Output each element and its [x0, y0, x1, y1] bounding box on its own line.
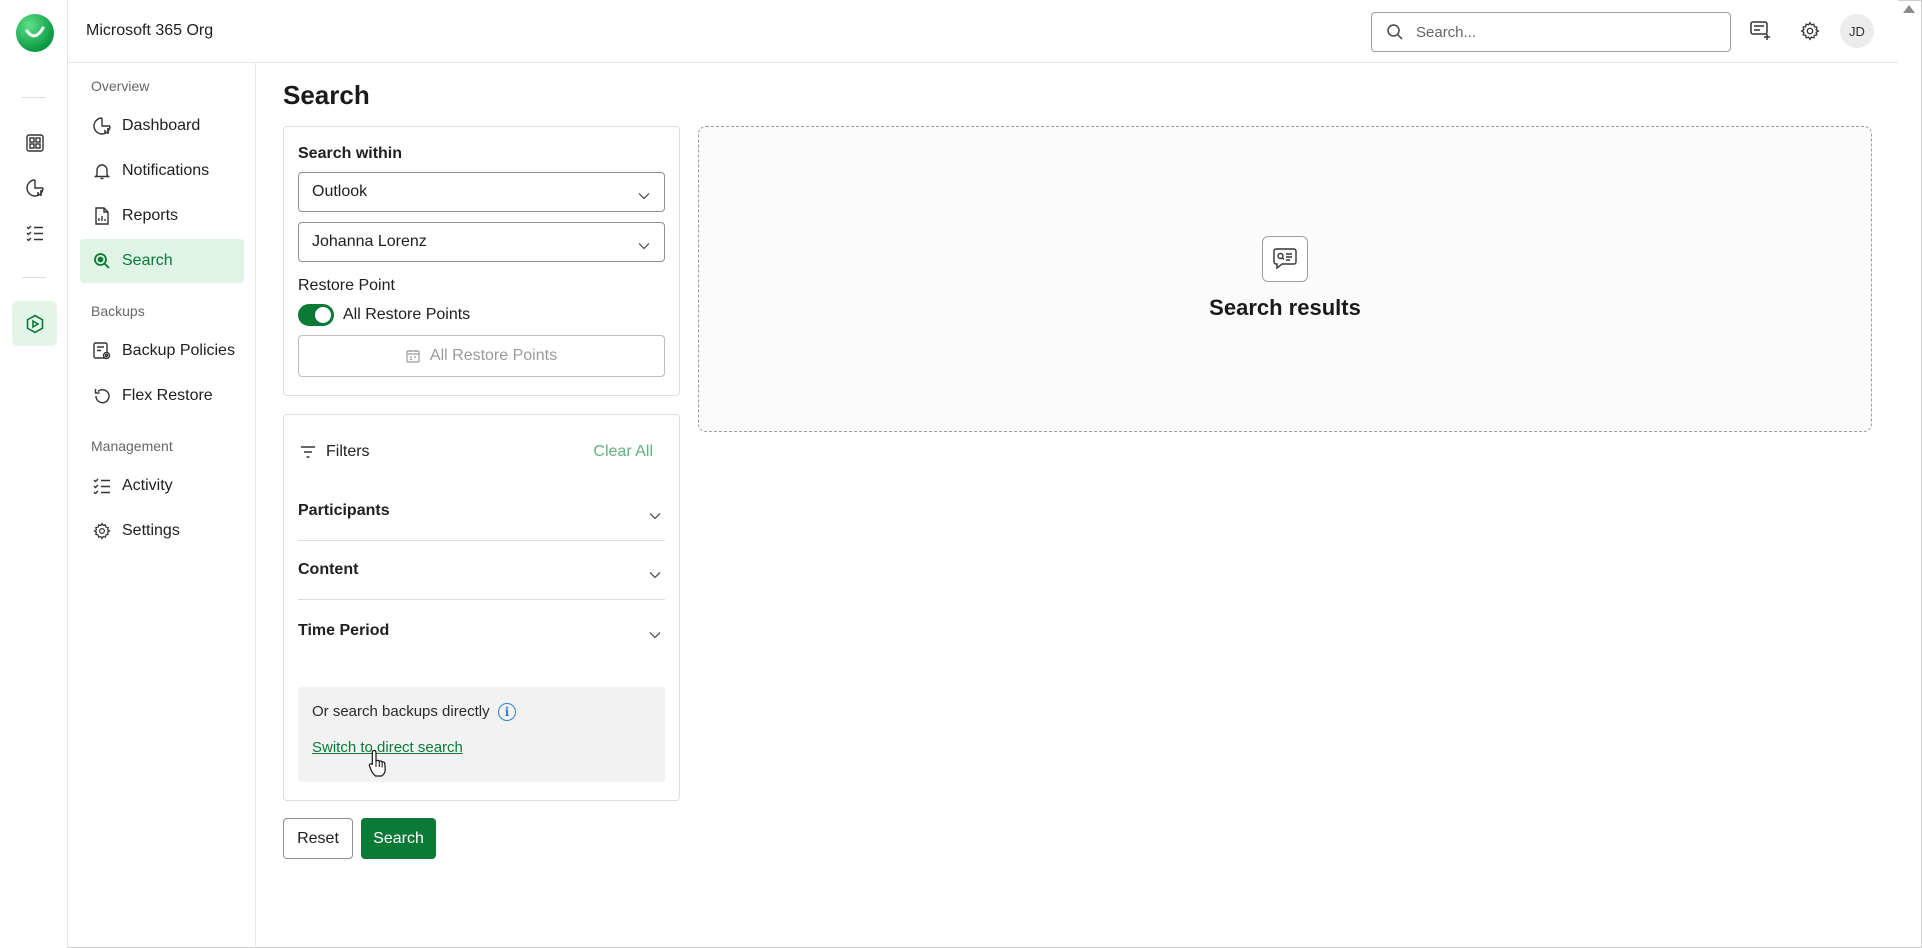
- dashboard-grid-icon[interactable]: [22, 130, 48, 156]
- sidebar-item-backup-policies[interactable]: Backup Policies: [80, 329, 244, 373]
- chat-add-icon: [1750, 21, 1770, 40]
- accordion-label: Content: [298, 561, 359, 578]
- global-search-input[interactable]: [1416, 22, 1716, 42]
- user-select[interactable]: Johanna Lorenz: [298, 222, 665, 262]
- chat-add-button[interactable]: [1747, 17, 1775, 45]
- sidebar-item-settings[interactable]: Settings: [80, 509, 244, 553]
- checklist-icon[interactable]: [22, 220, 48, 246]
- app-logo[interactable]: [16, 14, 54, 52]
- top-bar: Microsoft 365 Org JD: [68, 0, 1898, 63]
- nav-section-overview: Overview: [91, 78, 150, 94]
- policy-icon: [92, 341, 112, 361]
- report-icon: [92, 206, 112, 226]
- bell-icon: [92, 161, 112, 181]
- service-select-value: Outlook: [312, 183, 368, 200]
- search-results-icon: [1262, 236, 1308, 282]
- service-select[interactable]: Outlook: [298, 172, 665, 212]
- sidebar-item-dashboard[interactable]: Dashboard: [80, 104, 244, 148]
- filters-header: Filters: [300, 443, 370, 461]
- sidebar-item-activity[interactable]: Activity: [80, 464, 244, 508]
- sidebar-item-search[interactable]: Search: [80, 239, 244, 283]
- avatar[interactable]: JD: [1840, 14, 1874, 48]
- sidebar-item-label: Dashboard: [122, 117, 201, 134]
- clear-all-button[interactable]: Clear All: [593, 443, 653, 461]
- sidebar-item-label: Notifications: [122, 162, 210, 179]
- filter-icon: [300, 446, 316, 458]
- chevron-down-icon: [649, 566, 661, 584]
- user-select-value: Johanna Lorenz: [312, 233, 427, 250]
- rail-divider: [22, 97, 46, 98]
- search-results-panel: Search results: [698, 126, 1872, 432]
- accordion-content[interactable]: Content: [298, 541, 665, 600]
- restore-points-button: All Restore Points: [298, 335, 665, 377]
- chevron-down-icon: [638, 187, 650, 205]
- all-restore-points-toggle[interactable]: [298, 304, 334, 326]
- sidebar-item-label: Backup Policies: [122, 342, 235, 359]
- direct-search-box: Or search backups directly i Switch to d…: [298, 687, 665, 782]
- accordion-label: Time Period: [298, 621, 390, 639]
- search-icon: [1386, 23, 1404, 46]
- info-icon[interactable]: i: [498, 703, 516, 721]
- toggle-label: All Restore Points: [343, 306, 471, 323]
- filters-card: Filters Clear All Participants Content T…: [283, 414, 680, 801]
- restore-points-button-label: All Restore Points: [429, 347, 558, 364]
- page-title: Search: [283, 80, 370, 110]
- search-results-title: Search results: [1209, 295, 1361, 320]
- global-search[interactable]: [1371, 12, 1731, 52]
- sidebar-item-label: Activity: [122, 477, 173, 494]
- sidebar: Overview Dashboard Notifications Reports…: [68, 63, 256, 948]
- restore-point-label: Restore Point: [298, 277, 395, 294]
- nav-section-backups: Backups: [91, 303, 145, 319]
- hand-cursor-icon: [368, 749, 388, 784]
- restore-icon: [92, 386, 112, 406]
- dashboard-icon: [92, 116, 112, 136]
- app-rail: [0, 0, 68, 948]
- backup-product-icon[interactable]: [12, 301, 57, 346]
- calendar-icon: [406, 349, 420, 363]
- gear-icon: [1800, 21, 1820, 41]
- direct-search-text: Or search backups directly: [312, 703, 490, 720]
- sidebar-item-reports[interactable]: Reports: [80, 194, 244, 238]
- sidebar-item-label: Search: [122, 252, 173, 269]
- accordion-time-period[interactable]: Time Period: [298, 601, 665, 660]
- accordion-participants[interactable]: Participants: [298, 482, 665, 541]
- rail-divider: [22, 277, 46, 278]
- org-name: Microsoft 365 Org: [86, 22, 214, 39]
- sidebar-item-flex-restore[interactable]: Flex Restore: [80, 374, 244, 418]
- search-within-card: Search within Outlook Johanna Lorenz Res…: [283, 126, 680, 396]
- sidebar-item-notifications[interactable]: Notifications: [80, 149, 244, 193]
- chevron-down-icon: [649, 507, 661, 525]
- sidebar-item-label: Flex Restore: [122, 387, 213, 404]
- activity-icon: [92, 476, 112, 496]
- sidebar-item-label: Settings: [122, 522, 180, 539]
- chevron-down-icon: [649, 626, 661, 644]
- reports-icon[interactable]: [22, 175, 48, 201]
- reset-button[interactable]: Reset: [283, 818, 353, 859]
- accordion-label: Participants: [298, 502, 390, 519]
- search-icon: [92, 251, 112, 271]
- gear-icon: [92, 521, 112, 541]
- settings-button[interactable]: [1796, 17, 1824, 45]
- chevron-down-icon: [638, 237, 650, 255]
- search-button[interactable]: Search: [361, 818, 436, 859]
- scroll-up-arrow-icon[interactable]: [1901, 2, 1917, 20]
- nav-section-management: Management: [91, 438, 173, 454]
- toggle-knob: [315, 307, 331, 323]
- search-within-label: Search within: [298, 145, 403, 162]
- sidebar-item-label: Reports: [122, 207, 179, 224]
- filters-title: Filters: [326, 443, 370, 460]
